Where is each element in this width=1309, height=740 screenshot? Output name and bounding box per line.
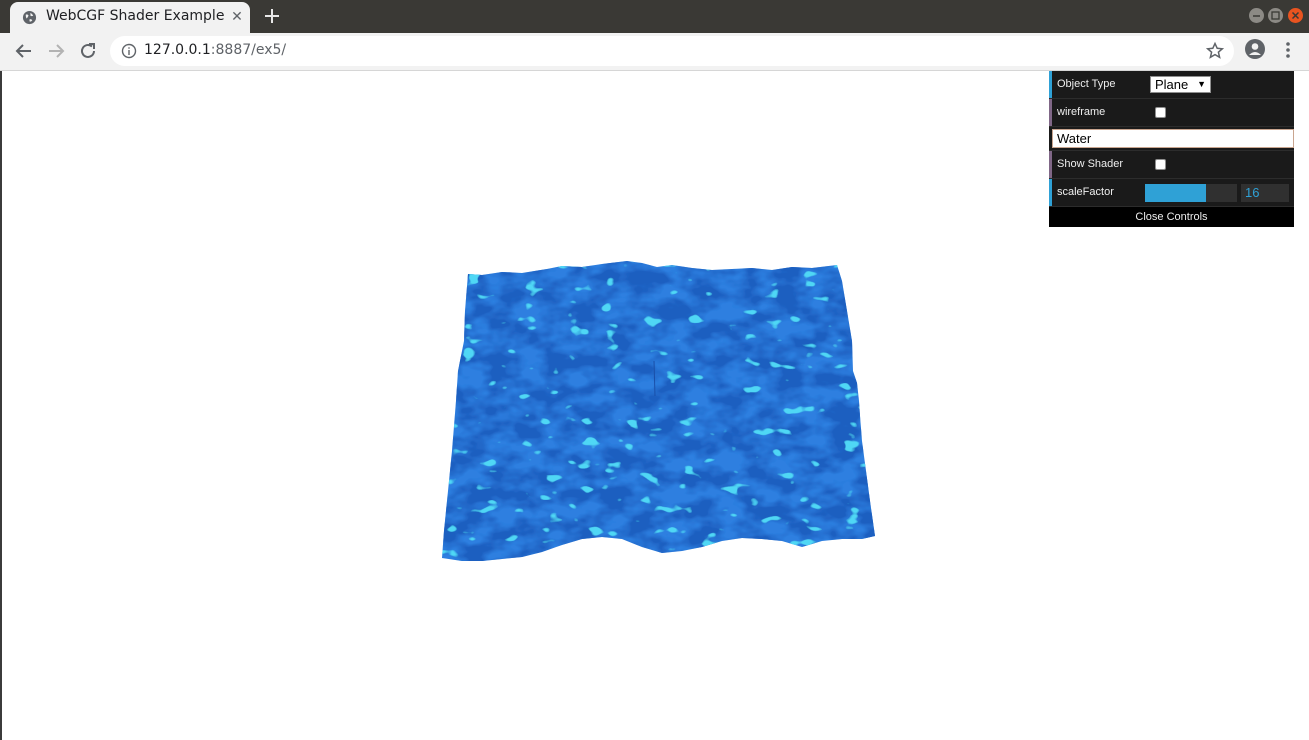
minimize-button[interactable] — [1249, 8, 1264, 23]
show-shader-row: Show Shader — [1049, 151, 1294, 179]
star-icon[interactable] — [1205, 41, 1225, 61]
water-folder[interactable]: Water — [1049, 127, 1294, 151]
show-shader-checkbox[interactable] — [1155, 159, 1166, 170]
kebab-menu-icon[interactable] — [1278, 39, 1298, 61]
row-accent — [1049, 71, 1052, 98]
row-accent — [1049, 151, 1052, 178]
close-controls-button[interactable]: Close Controls — [1049, 207, 1294, 227]
object-type-select[interactable]: Plane ▼ — [1150, 76, 1211, 93]
url-host: 127.0.0.1 — [144, 42, 211, 58]
object-type-row: Object Type Plane ▼ — [1049, 71, 1294, 99]
row-accent — [1049, 179, 1052, 206]
wireframe-label: wireframe — [1057, 106, 1106, 118]
slider-fill — [1145, 184, 1206, 202]
back-icon[interactable] — [12, 39, 36, 63]
forward-icon[interactable] — [44, 39, 68, 63]
info-icon[interactable] — [121, 43, 137, 59]
object-type-value: Plane — [1155, 77, 1189, 92]
maximize-button[interactable] — [1268, 8, 1283, 23]
globe-icon — [22, 10, 37, 25]
wireframe-checkbox[interactable] — [1155, 107, 1166, 118]
tab-title: WebCGF Shader Example — [46, 8, 225, 24]
close-icon[interactable]: ✕ — [228, 8, 246, 26]
row-accent — [1049, 99, 1052, 126]
show-shader-label: Show Shader — [1057, 158, 1124, 170]
object-type-label: Object Type — [1057, 78, 1116, 90]
controls-panel: Object Type Plane ▼ wireframe Water Show… — [1049, 71, 1294, 227]
url-path: :8887/ex5/ — [210, 42, 287, 58]
chevron-down-icon: ▼ — [1197, 79, 1206, 89]
browser-tab[interactable]: WebCGF Shader Example ✕ — [10, 2, 250, 33]
scale-factor-label: scaleFactor — [1057, 186, 1114, 198]
scale-factor-row: scaleFactor 16 — [1049, 179, 1294, 207]
folder-title[interactable]: Water — [1052, 129, 1294, 148]
scale-factor-slider[interactable] — [1145, 184, 1237, 202]
window-close-button[interactable] — [1288, 8, 1303, 23]
address-bar[interactable]: 127.0.0.1:8887/ex5/ — [110, 36, 1234, 66]
browser-toolbar: 127.0.0.1:8887/ex5/ — [0, 33, 1309, 71]
water-plane — [442, 261, 875, 561]
wireframe-row: wireframe — [1049, 99, 1294, 127]
reload-icon[interactable] — [76, 39, 100, 63]
scale-factor-input[interactable]: 16 — [1241, 184, 1289, 202]
browser-titlebar: WebCGF Shader Example ✕ — [0, 0, 1309, 33]
url-text[interactable]: 127.0.0.1:8887/ex5/ — [144, 42, 286, 58]
plus-icon[interactable] — [261, 5, 283, 27]
profile-icon[interactable] — [1244, 38, 1266, 60]
